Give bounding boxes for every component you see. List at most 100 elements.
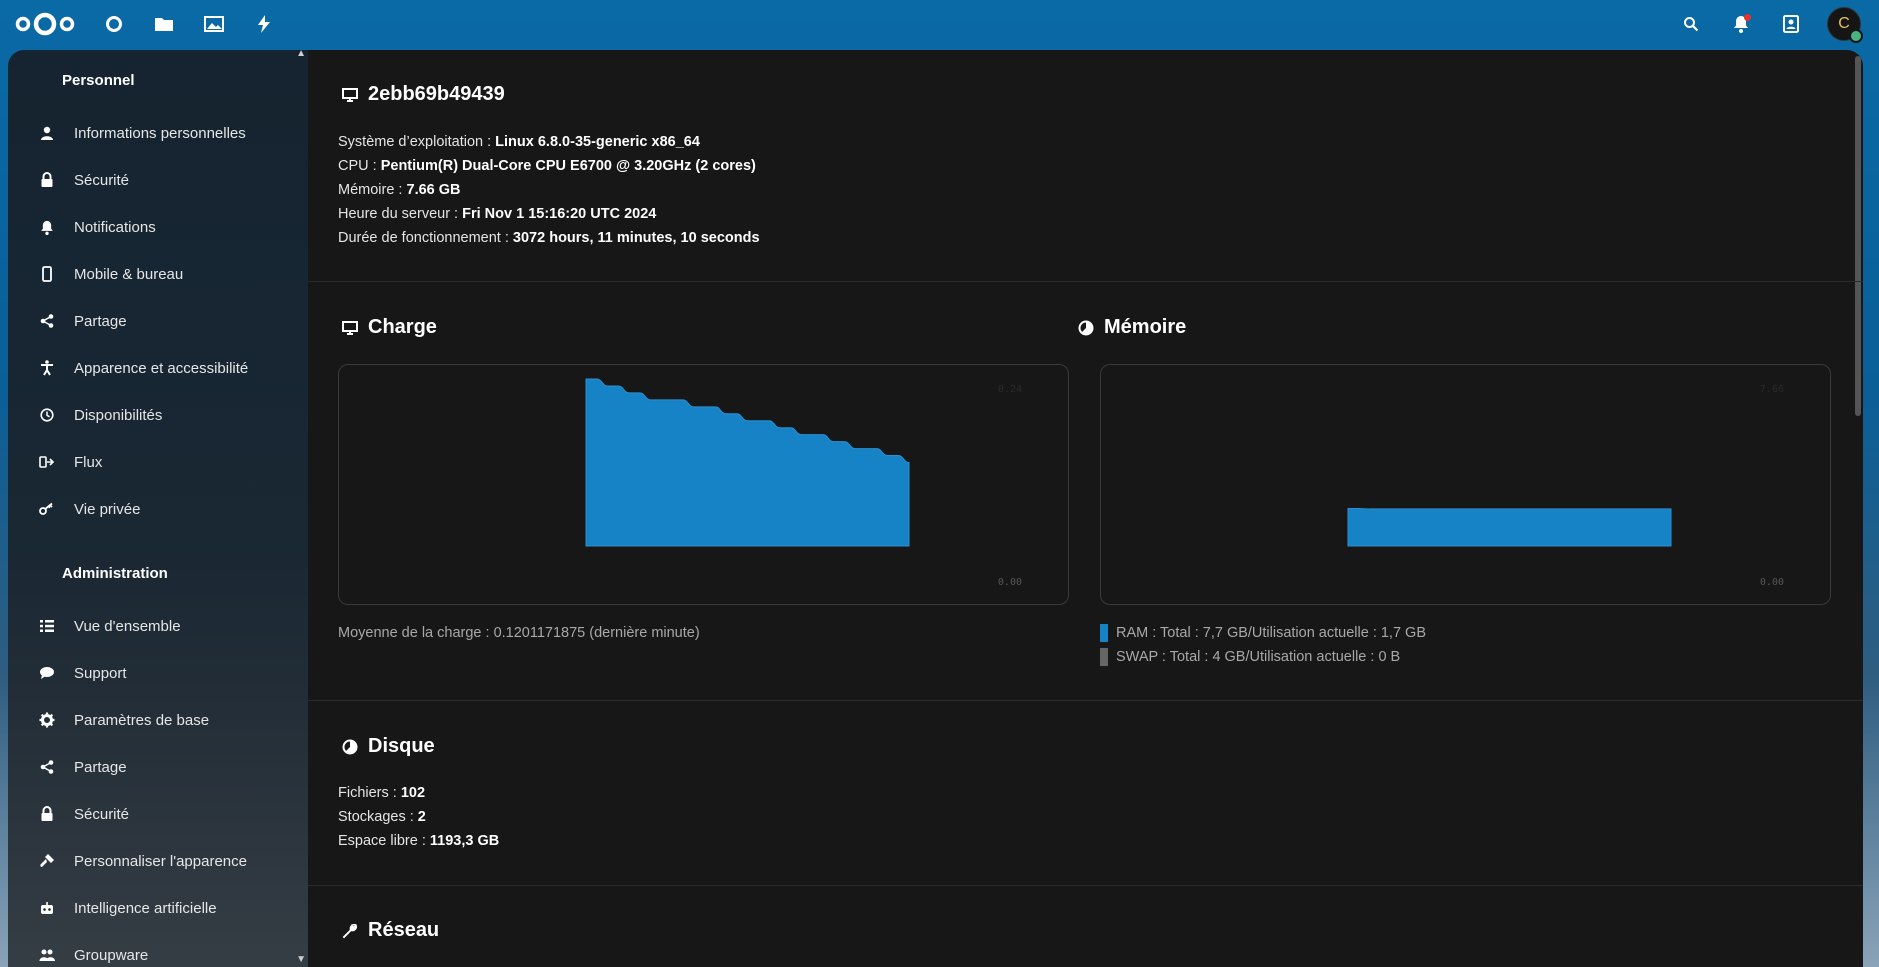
robot-icon [34,899,60,917]
sidebar-item-groupware[interactable]: Groupware [20,935,300,967]
sidebar-item-theming[interactable]: Personnaliser l'apparence [20,841,300,881]
lock-icon [34,805,60,823]
sidebar-item-label: Vie privée [74,500,141,518]
memory-chart-svg: 7.66 0.00 [1347,384,1784,588]
accessibility-icon [34,359,60,377]
share-icon [34,758,60,776]
sidebar-item-label: Partage [74,758,127,776]
charge-section-title: Charge [342,316,437,339]
sidebar-item-label: Disponibilités [74,406,163,424]
storages-count: Stockages : 2 [338,809,426,825]
sidebar-item-admin-sharing[interactable]: Partage [20,747,300,787]
monitor-icon [342,319,360,337]
scroll-down-arrow[interactable]: ▼ [296,954,306,965]
memory-ymax-label: 7.66 [1760,384,1784,395]
sidebar-item-support[interactable]: Support [20,653,300,693]
wrench-icon [342,922,360,940]
dashboard-icon[interactable] [100,10,128,38]
sidebar-item-mobile-desktop[interactable]: Mobile & bureau [20,254,300,294]
sidebar-item-availability[interactable]: Disponibilités [20,395,300,435]
avatar[interactable]: C [1827,7,1863,43]
files-icon[interactable] [150,10,178,38]
storages-label: Stockages : [338,809,418,825]
free-space: Espace libre : 1193,3 GB [338,833,499,849]
section-divider [308,700,1863,701]
sidebar-item-privacy[interactable]: Vie privée [20,489,300,529]
cpu-value: Pentium(R) Dual-Core CPU E6700 @ 3.20GHz… [380,158,756,174]
files-label: Fichiers : [338,785,401,801]
bell-icon [34,218,60,236]
hostname: 2ebb69b49439 [368,83,505,105]
memory-ymin-label: 0.00 [1760,577,1784,588]
sidebar-item-label: Mobile & bureau [74,265,184,283]
memory-value: 7.66 GB [406,182,461,198]
ram-swatch [1100,624,1108,642]
notification-dot [1744,14,1751,21]
memory-title: Mémoire [1104,316,1187,338]
sidebar-item-personal-info[interactable]: Informations personnelles [20,113,300,153]
memory-label: Mémoire : [338,182,407,198]
sidebar-item-label: Flux [74,453,103,471]
gear-icon [34,711,60,729]
network-title: Réseau [368,919,440,941]
sidebar-section-admin: Administration [62,565,168,582]
os-label: Système d’exploitation : [338,134,496,150]
server-time-value: Fri Nov 1 15:16:20 UTC 2024 [462,206,657,222]
sidebar-item-label: Notifications [74,218,156,236]
clock-icon [34,406,60,424]
memory-info: Mémoire : 7.66 GB [338,182,461,198]
ram-legend: RAM : Total : 7,7 GB/Utilisation actuell… [1100,624,1426,642]
charge-area-series [585,378,910,547]
uptime-info: Durée de fonctionnement : 3072 hours, 11… [338,230,760,246]
activity-icon[interactable] [250,10,278,38]
sidebar-item-security[interactable]: Sécurité [20,160,300,200]
disk-section-title: Disque [342,735,435,758]
scroll-up-arrow[interactable]: ▲ [296,50,306,59]
sidebar-item-label: Intelligence artificielle [74,899,217,917]
sidebar-item-notifications[interactable]: Notifications [20,207,300,247]
pie-chart-icon [1078,319,1096,337]
sidebar-item-flow[interactable]: Flux [20,442,300,482]
user-icon [34,124,60,142]
sidebar-item-overview[interactable]: Vue d'ensemble [20,606,300,646]
sidebar-item-label: Support [74,664,127,682]
notifications-bell-icon[interactable] [1727,10,1755,38]
free-space-label: Espace libre : [338,833,430,849]
server-time-info: Heure du serveur : Fri Nov 1 15:16:20 UT… [338,206,656,222]
sidebar-item-label: Sécurité [74,805,130,823]
contacts-icon[interactable] [1777,10,1805,38]
sidebar-item-ai[interactable]: Intelligence artificielle [20,888,300,928]
uptime-label: Durée de fonctionnement : [338,230,513,246]
sidebar-item-admin-security[interactable]: Sécurité [20,794,300,834]
charge-title: Charge [368,316,437,338]
search-icon[interactable] [1677,10,1705,38]
sidebar-item-label: Apparence et accessibilité [74,359,249,377]
sidebar-item-label: Partage [74,312,127,330]
sidebar-section-personal: Personnel [62,72,135,89]
ram-area-series [1347,508,1672,547]
sidebar-item-appearance[interactable]: Apparence et accessibilité [20,348,300,388]
phone-icon [34,265,60,283]
photos-icon[interactable] [200,10,228,38]
main-scrollbar[interactable] [1853,50,1863,967]
charge-chart: 0.24 0.00 [338,364,1069,605]
main-content: 2ebb69b49439 Système d’exploitation : Li… [308,50,1863,967]
cpu-info: CPU : Pentium(R) Dual-Core CPU E6700 @ 3… [338,158,756,174]
top-header: C [0,0,1879,48]
sidebar-item-label: Groupware [74,946,149,964]
app-menu [100,10,278,38]
section-divider [308,885,1863,886]
os-info: Système d’exploitation : Linux 6.8.0-35-… [338,134,700,150]
scrollbar-thumb[interactable] [1855,56,1861,416]
swap-legend-text: SWAP : Total : 4 GB/Utilisation actuelle… [1116,649,1401,665]
sidebar-item-basic-settings[interactable]: Paramètres de base [20,700,300,740]
server-time-label: Heure du serveur : [338,206,463,222]
paint-icon [34,852,60,870]
sidebar-item-label: Personnaliser l'apparence [74,852,247,870]
system-section-title: 2ebb69b49439 [342,83,505,106]
lock-icon [34,171,60,189]
swap-swatch [1100,648,1108,666]
sidebar-item-label: Sécurité [74,171,130,189]
nextcloud-logo[interactable] [14,10,76,38]
sidebar-item-sharing[interactable]: Partage [20,301,300,341]
